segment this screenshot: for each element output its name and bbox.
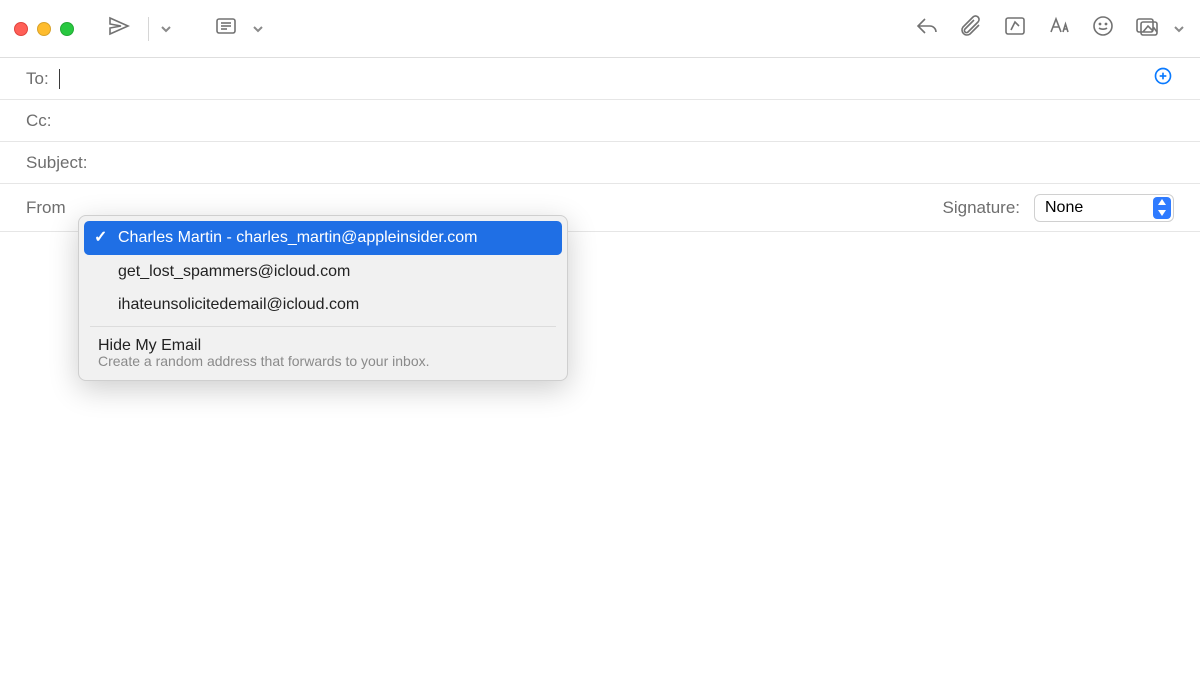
- signature-select[interactable]: None: [1034, 194, 1174, 222]
- header-fields-button[interactable]: [207, 10, 245, 48]
- send-icon: [107, 14, 131, 43]
- subject-field-row[interactable]: Subject:: [0, 142, 1200, 184]
- photo-browser-button[interactable]: [1128, 10, 1166, 48]
- signature-selected-value: None: [1045, 199, 1083, 216]
- plus-circle-icon: [1153, 66, 1173, 91]
- hide-my-email-title: Hide My Email: [98, 337, 201, 354]
- minimize-window-button[interactable]: [37, 22, 51, 36]
- photo-icon: [1135, 14, 1159, 43]
- reply-button[interactable]: [908, 10, 946, 48]
- toolbar-divider: [148, 17, 149, 41]
- to-input[interactable]: [60, 69, 1152, 89]
- list-icon: [214, 14, 238, 43]
- font-icon: [1047, 14, 1071, 43]
- from-option-0[interactable]: Charles Martin - charles_martin@appleins…: [84, 221, 562, 255]
- reply-icon: [915, 14, 939, 43]
- compose-toolbar: [0, 0, 1200, 58]
- compose-header-fields: To: Cc: Subject: From Signature: None: [0, 58, 1200, 232]
- cc-label: Cc:: [26, 111, 52, 131]
- photo-browser-chevron[interactable]: [1172, 24, 1186, 34]
- zoom-window-button[interactable]: [60, 22, 74, 36]
- from-account-dropdown[interactable]: Charles Martin - charles_martin@appleins…: [78, 215, 568, 381]
- format-button[interactable]: [1040, 10, 1078, 48]
- markup-icon: [1003, 14, 1027, 43]
- from-option-label: Charles Martin - charles_martin@appleins…: [118, 229, 478, 246]
- to-label: To:: [26, 69, 49, 89]
- send-options-chevron[interactable]: [159, 24, 173, 34]
- window-traffic-lights[interactable]: [14, 22, 74, 36]
- from-option-label: ihateunsolicitedemail@icloud.com: [118, 296, 359, 313]
- from-option-1[interactable]: get_lost_spammers@icloud.com: [84, 255, 562, 289]
- from-option-label: get_lost_spammers@icloud.com: [118, 263, 350, 280]
- subject-input[interactable]: [97, 153, 1174, 173]
- cc-field-row[interactable]: Cc:: [0, 100, 1200, 142]
- emoji-icon: [1091, 14, 1115, 43]
- signature-label: Signature:: [943, 198, 1021, 218]
- select-stepper-icon: [1153, 197, 1171, 219]
- subject-label: Subject:: [26, 153, 87, 173]
- attach-button[interactable]: [952, 10, 990, 48]
- to-field-row[interactable]: To:: [0, 58, 1200, 100]
- header-fields-chevron[interactable]: [251, 24, 265, 34]
- send-button[interactable]: [100, 10, 138, 48]
- from-option-2[interactable]: ihateunsolicitedemail@icloud.com: [84, 288, 562, 322]
- hide-my-email-subtitle: Create a random address that forwards to…: [98, 353, 550, 369]
- add-recipient-button[interactable]: [1152, 68, 1174, 90]
- close-window-button[interactable]: [14, 22, 28, 36]
- markup-button[interactable]: [996, 10, 1034, 48]
- from-label: From: [26, 198, 66, 218]
- signature-group: Signature: None: [943, 194, 1175, 222]
- paperclip-icon: [959, 14, 983, 43]
- dropdown-separator: [90, 326, 556, 327]
- cc-input[interactable]: [62, 111, 1175, 131]
- emoji-button[interactable]: [1084, 10, 1122, 48]
- hide-my-email-option[interactable]: Hide My Email Create a random address th…: [84, 331, 562, 375]
